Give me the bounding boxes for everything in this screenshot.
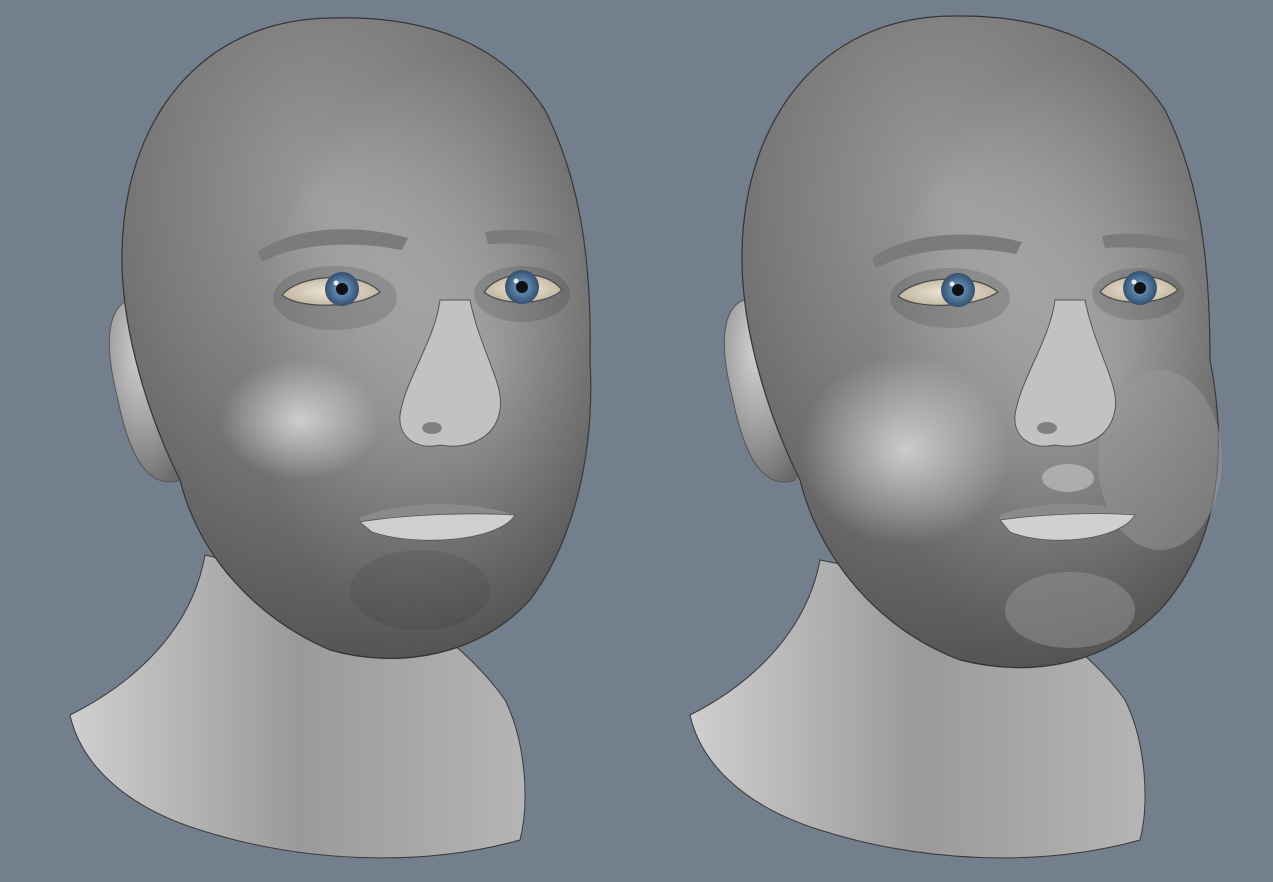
head-puffed-cheeks (689, 15, 1222, 859)
chin (1005, 572, 1135, 648)
face-shadow (741, 15, 1219, 668)
render-viewport (0, 0, 1273, 882)
face-shadow (121, 17, 591, 659)
scene-svg (69, 15, 1222, 859)
puffed-cheek-left (800, 355, 1010, 545)
head-neutral (69, 17, 592, 859)
